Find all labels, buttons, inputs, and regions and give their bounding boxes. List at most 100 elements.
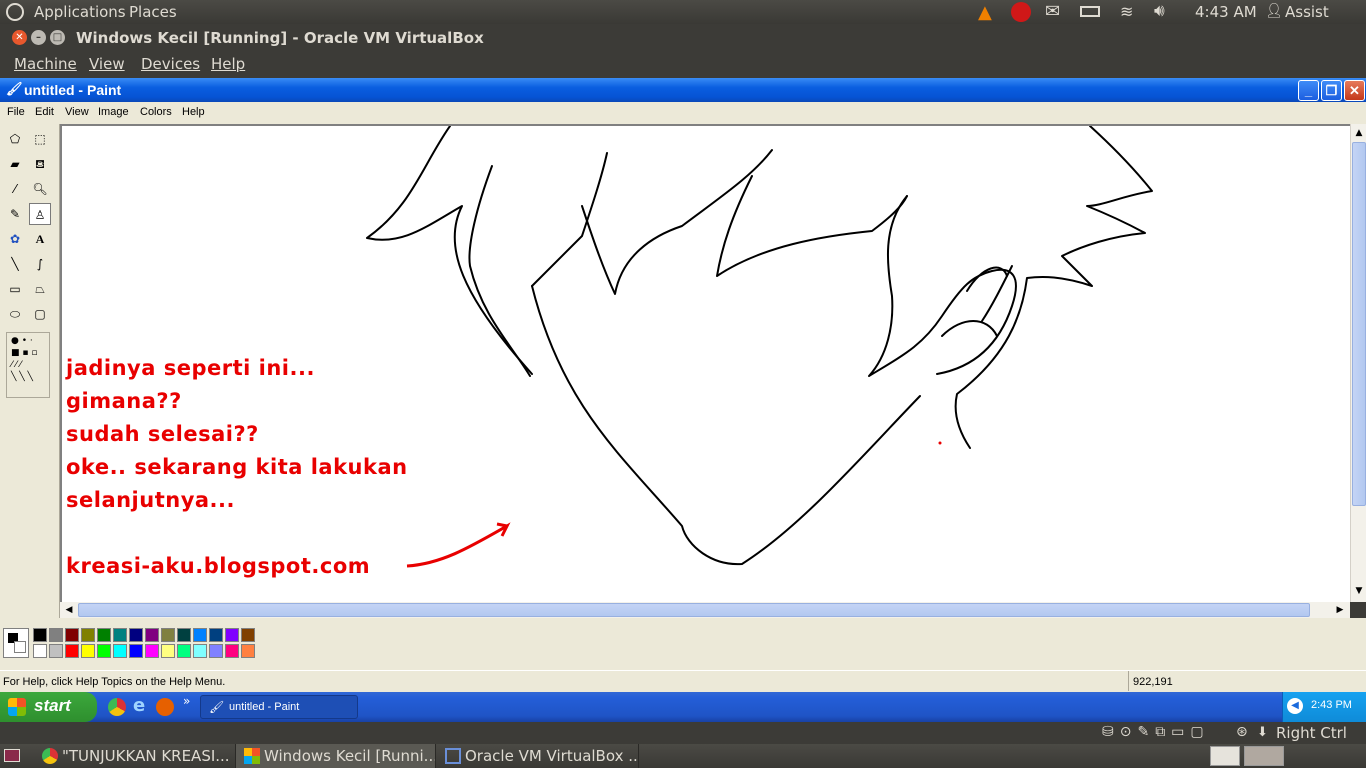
rect-select-icon[interactable]: ⬚: [29, 128, 51, 150]
scroll-right-icon[interactable]: ▶: [1333, 603, 1347, 617]
color-swatch[interactable]: [81, 628, 95, 642]
color-swatch[interactable]: [129, 644, 143, 658]
menu-devices[interactable]: Devices: [141, 55, 200, 73]
mail-icon[interactable]: ✉: [1045, 1, 1060, 22]
menu-help[interactable]: Help: [182, 106, 205, 118]
firefox-icon[interactable]: [156, 698, 174, 716]
free-select-icon[interactable]: ⬠: [4, 128, 26, 150]
close-icon[interactable]: ✕: [1344, 80, 1365, 101]
color-swatch[interactable]: [225, 628, 239, 642]
stop-icon[interactable]: [1011, 2, 1031, 22]
menu-machine[interactable]: Machine: [14, 55, 77, 73]
taskbar-paint-button[interactable]: 🖌︎ untitled - Paint: [200, 695, 358, 719]
minimize-icon[interactable]: –: [31, 30, 46, 45]
color-swatch[interactable]: [241, 628, 255, 642]
mouse-integration-icon[interactable]: ⊛: [1236, 724, 1248, 740]
menu-help[interactable]: Help: [211, 55, 245, 73]
ubuntu-logo-icon[interactable]: [6, 3, 24, 21]
curve-icon[interactable]: ∫: [29, 253, 51, 275]
menu-view[interactable]: View: [65, 106, 89, 118]
workspace-2[interactable]: [1244, 746, 1284, 766]
scroll-up-icon[interactable]: ▲: [1352, 126, 1366, 140]
paint-app-icon[interactable]: 🖌︎: [6, 81, 23, 97]
close-icon[interactable]: ✕: [12, 30, 27, 45]
volume-icon[interactable]: 🔊︎: [1154, 1, 1165, 21]
host-key-icon[interactable]: ⬇: [1257, 725, 1268, 740]
scroll-left-icon[interactable]: ◀: [62, 603, 76, 617]
workspace-1[interactable]: [1210, 746, 1240, 766]
vertical-scrollbar[interactable]: ▲ ▼: [1350, 124, 1366, 602]
menu-colors[interactable]: Colors: [140, 106, 172, 118]
color-swatch[interactable]: [33, 644, 47, 658]
color-swatch[interactable]: [97, 644, 111, 658]
rectangle-icon[interactable]: ▭: [4, 278, 26, 300]
user-name[interactable]: Assist: [1285, 3, 1329, 21]
color-swatch[interactable]: [161, 644, 175, 658]
color-swatch[interactable]: [65, 644, 79, 658]
places-menu[interactable]: Places: [129, 3, 177, 21]
menu-file[interactable]: File: [7, 106, 25, 118]
color-swatch[interactable]: [225, 644, 239, 658]
taskbar-item-windows-kecil[interactable]: Windows Kecil [Runni...: [236, 744, 436, 768]
fill-icon[interactable]: ⛾: [29, 153, 51, 175]
color-swatch[interactable]: [209, 628, 223, 642]
horizontal-scroll-thumb[interactable]: [78, 603, 1310, 617]
expand-quicklaunch-icon[interactable]: »: [183, 694, 190, 708]
ellipse-icon[interactable]: ⬭: [4, 303, 26, 325]
color-swatch[interactable]: [65, 628, 79, 642]
pencil-icon[interactable]: ✎: [4, 203, 26, 225]
battery-icon[interactable]: [1080, 6, 1100, 17]
airbrush-icon[interactable]: ✿: [4, 228, 26, 250]
clock[interactable]: 4:43 AM: [1195, 3, 1257, 21]
chrome-icon[interactable]: [108, 698, 126, 716]
ie-icon[interactable]: e: [133, 695, 145, 716]
color-swatch[interactable]: [113, 644, 127, 658]
color-swatch[interactable]: [33, 628, 47, 642]
horizontal-scrollbar[interactable]: ◀ ▶: [60, 602, 1350, 618]
color-swatch[interactable]: [241, 644, 255, 658]
text-icon[interactable]: A: [29, 228, 51, 250]
minimize-icon[interactable]: _: [1298, 80, 1319, 101]
color-swatch[interactable]: [81, 644, 95, 658]
color-swatch[interactable]: [209, 644, 223, 658]
polygon-icon[interactable]: ⏢: [29, 278, 51, 300]
vbox-device-icons[interactable]: ⛁⊙✎⧉▭▢: [1102, 724, 1210, 740]
menu-edit[interactable]: Edit: [35, 106, 54, 118]
magnifier-icon[interactable]: 🔍︎: [29, 178, 51, 200]
eraser-icon[interactable]: ▰: [4, 153, 26, 175]
show-desktop-icon[interactable]: [4, 749, 20, 762]
color-swatch[interactable]: [129, 628, 143, 642]
color-swatch[interactable]: [193, 644, 207, 658]
taskbar-item-chrome[interactable]: "TUNJUKKAN KREASI...: [34, 744, 236, 768]
scroll-down-icon[interactable]: ▼: [1352, 584, 1366, 598]
current-colors[interactable]: [3, 628, 29, 658]
vlc-icon[interactable]: ▲: [978, 2, 992, 23]
color-swatch[interactable]: [49, 644, 63, 658]
color-swatch[interactable]: [177, 644, 191, 658]
brush-icon[interactable]: ♙: [29, 203, 51, 225]
wifi-icon[interactable]: ≋: [1120, 2, 1133, 21]
color-swatch[interactable]: [161, 628, 175, 642]
menu-view[interactable]: View: [89, 55, 125, 73]
maximize-icon[interactable]: □: [50, 30, 65, 45]
color-swatch[interactable]: [145, 644, 159, 658]
vertical-scroll-thumb[interactable]: [1352, 142, 1366, 506]
color-swatch[interactable]: [177, 628, 191, 642]
menu-image[interactable]: Image: [98, 106, 129, 118]
trash-icon[interactable]: [1290, 746, 1310, 766]
brush-shape-options[interactable]: ● • · ■ ▪ ▫ ⁄ ⁄ ⁄ ╲ ╲ ╲: [6, 332, 50, 398]
color-swatch[interactable]: [193, 628, 207, 642]
drawing-canvas[interactable]: jadinya seperti ini... gimana?? sudah se…: [62, 126, 1350, 602]
color-swatch[interactable]: [113, 628, 127, 642]
color-swatch[interactable]: [145, 628, 159, 642]
show-hidden-icon[interactable]: ◀: [1287, 698, 1303, 714]
applications-menu[interactable]: Applications: [34, 3, 126, 21]
taskbar-item-virtualbox[interactable]: Oracle VM VirtualBox ...: [437, 744, 639, 768]
color-swatch[interactable]: [97, 628, 111, 642]
color-swatch[interactable]: [49, 628, 63, 642]
color-picker-icon[interactable]: ⁄: [4, 178, 26, 200]
start-button[interactable]: start: [0, 692, 97, 722]
line-icon[interactable]: ╲: [4, 253, 26, 275]
restore-icon[interactable]: ❐: [1321, 80, 1342, 101]
rounded-rect-icon[interactable]: ▢: [29, 303, 51, 325]
